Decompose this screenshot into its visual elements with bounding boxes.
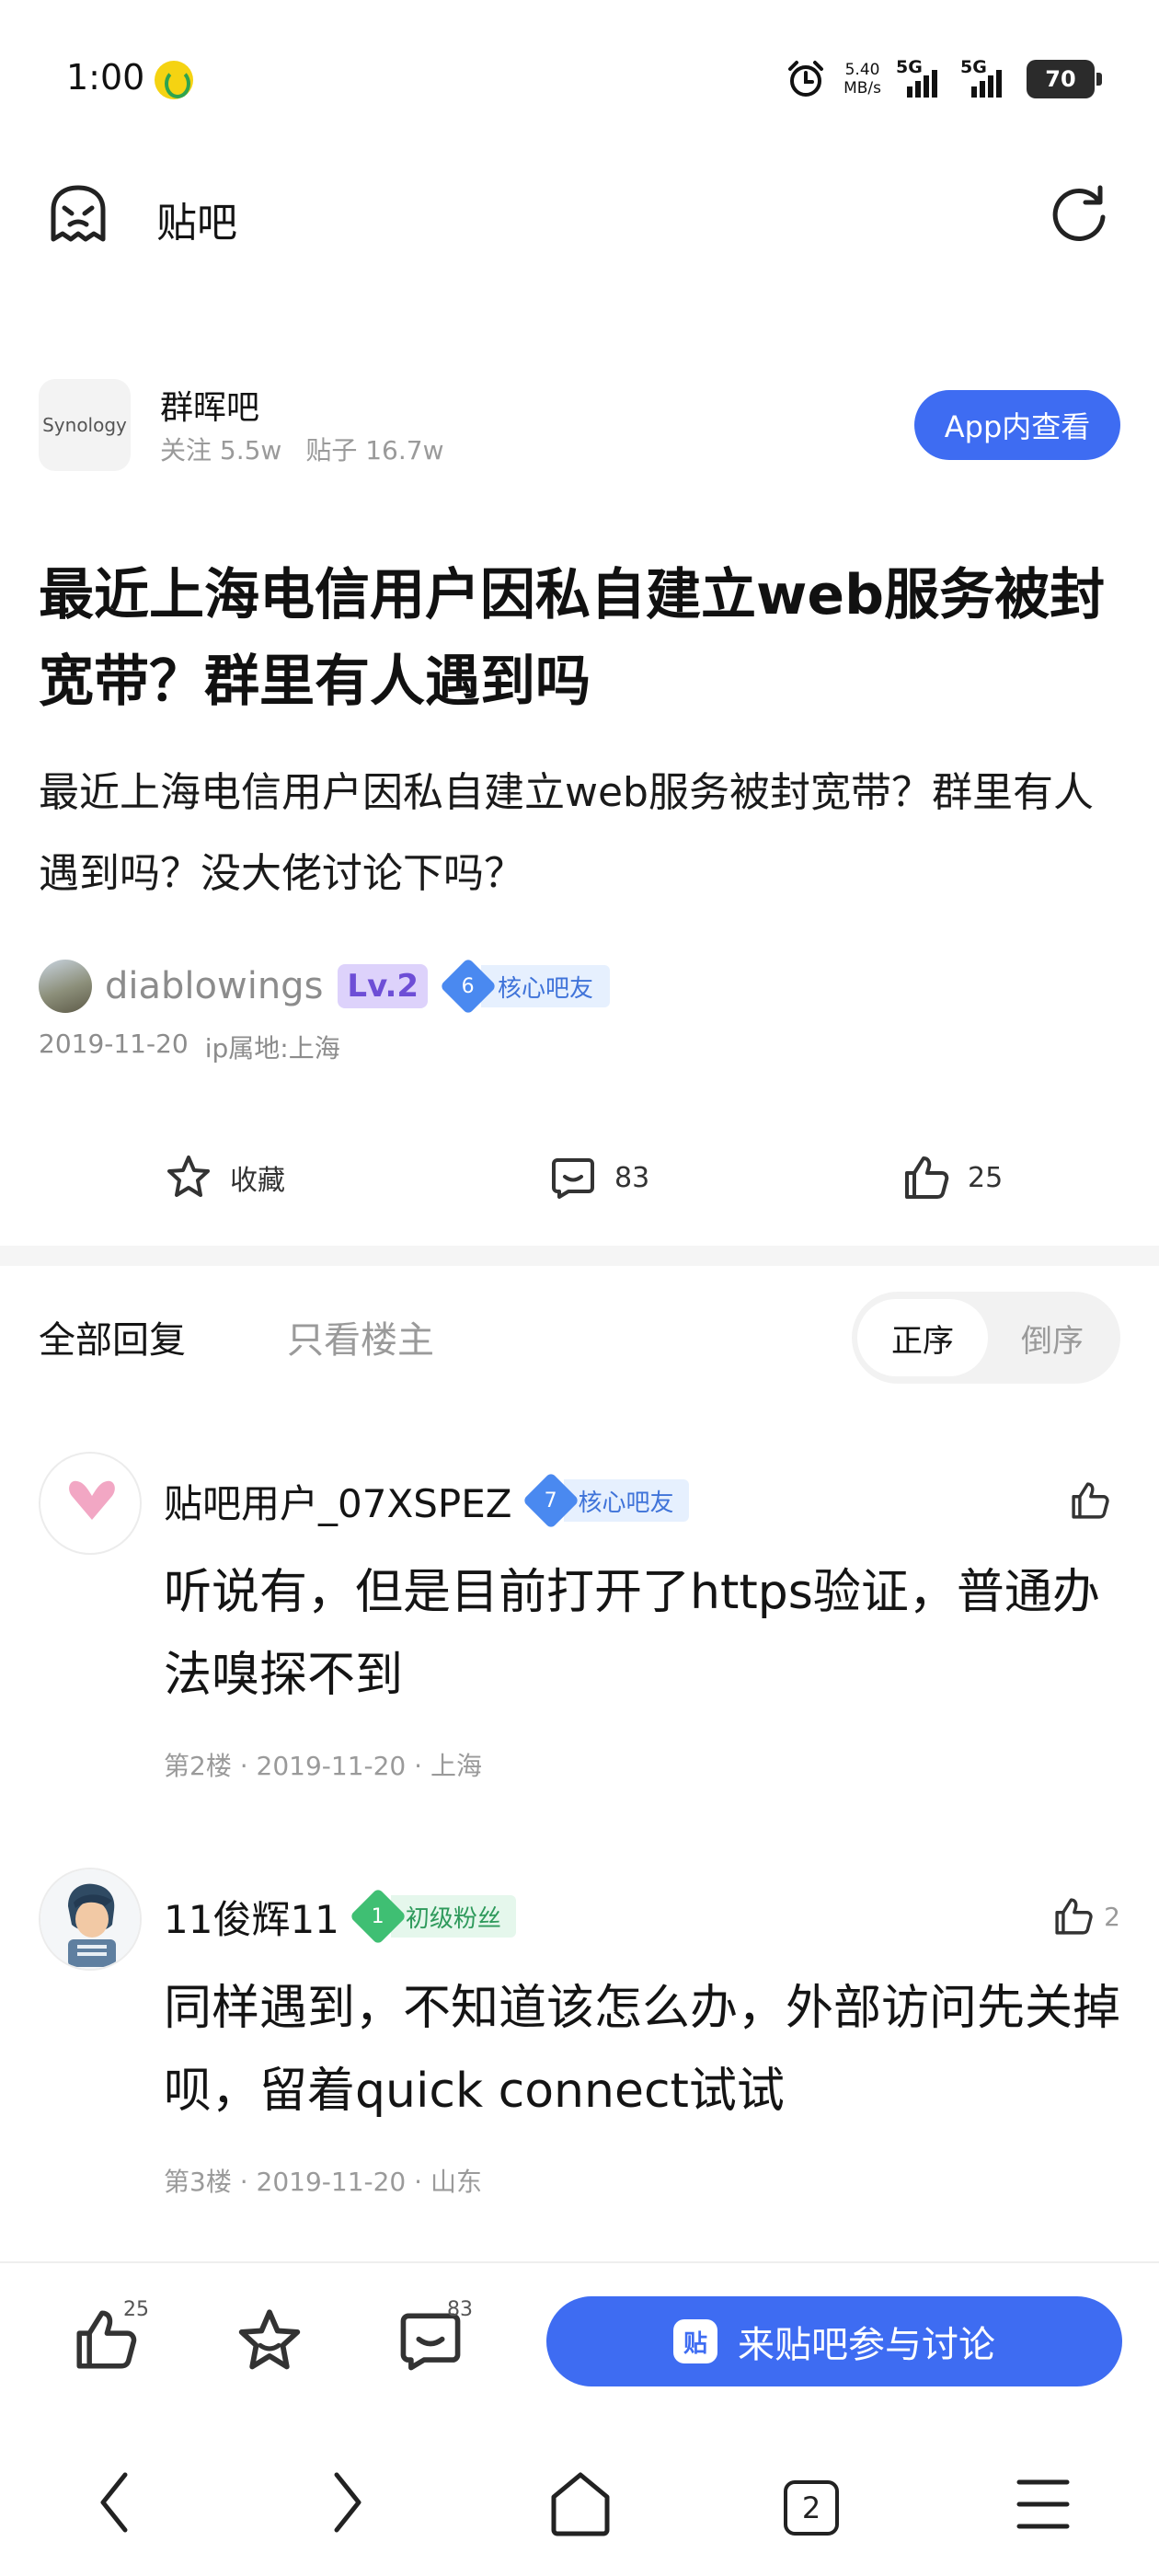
forum-info: Synology 群晖吧 关注 5.5w 贴子 16.7w App内查看: [0, 368, 1159, 488]
star-icon: [167, 1156, 210, 1197]
status-indicators: 5.40 MB/s 5G 5G 70: [785, 53, 1102, 105]
post-author[interactable]: diablowings Lv.2 6 核心吧友: [39, 957, 611, 1016]
reply-meta: 第2楼 · 2019-11-20 · 上海: [164, 1751, 482, 1781]
post-title: 最近上海电信用户因私自建立web服务被封宽带？群里有人遇到吗: [39, 563, 1106, 714]
member-badge: 1 初级粉丝: [349, 1887, 516, 1946]
comment-count: 83: [614, 1161, 650, 1194]
level-badge: Lv.2: [338, 964, 429, 1008]
forum-stats: 关注 5.5w 贴子 16.7w: [160, 431, 444, 467]
alarm-icon: [788, 61, 824, 97]
author-name[interactable]: diablowings: [105, 965, 323, 1007]
network-speed: 5.40 MB/s: [843, 61, 881, 98]
member-badge: 6 核心吧友: [439, 957, 611, 1016]
reply-username[interactable]: 贴吧用户_07XSPEZ: [164, 1473, 512, 1529]
network-speed-unit: MB/s: [843, 79, 881, 98]
forum-logo[interactable]: Synology: [39, 379, 131, 471]
forum-followers: 关注 5.5w: [160, 435, 282, 466]
reply-like-count: 2: [1104, 1901, 1120, 1932]
badge-level: 1: [371, 1904, 384, 1928]
reply-header: 11俊辉11 1 初级粉丝: [164, 1887, 516, 1946]
join-discussion-label: 来贴吧参与讨论: [738, 2324, 995, 2366]
tabs-button[interactable]: 2: [784, 2480, 839, 2536]
reply-avatar[interactable]: [39, 1452, 142, 1555]
tab-all-replies[interactable]: 全部回复: [39, 1310, 186, 1363]
join-discussion-button[interactable]: 贴 来贴吧参与讨论: [546, 2296, 1122, 2386]
refresh-icon[interactable]: [1049, 182, 1109, 243]
favorite-button[interactable]: 收藏: [164, 1150, 285, 1205]
like-button[interactable]: 25: [901, 1150, 1003, 1205]
forum-name[interactable]: 群晖吧: [160, 381, 259, 429]
network-type-2: 5G: [960, 57, 987, 77]
tieba-logo-icon[interactable]: [46, 182, 110, 247]
reply-like-button[interactable]: [1069, 1479, 1120, 1522]
browser-nav-bar: 2: [0, 2447, 1159, 2558]
forum-posts: 贴子 16.7w: [305, 435, 444, 466]
reply-header: 贴吧用户_07XSPEZ 7 核心吧友: [164, 1471, 689, 1530]
reply-text: 听说有，但是目前打开了https验证，普通办法嗅探不到: [164, 1565, 1100, 1703]
badge-text: 核心吧友: [563, 1479, 689, 1522]
bottom-like-count: 25: [123, 2298, 149, 2321]
forum-logo-text: Synology: [42, 414, 127, 436]
heart-icon: [69, 1480, 115, 1520]
badge-level: 7: [544, 1489, 557, 1512]
menu-icon[interactable]: [1016, 2475, 1071, 2534]
like-count: 25: [968, 1161, 1004, 1194]
forward-icon[interactable]: [324, 2466, 370, 2539]
badge-text: 初级粉丝: [390, 1895, 516, 1938]
post-body: 最近上海电信用户因私自建立web服务被封宽带？群里有人遇到吗？没大佬讨论下吗？: [39, 769, 1094, 897]
author-avatar[interactable]: [39, 960, 92, 1013]
badge-text: 核心吧友: [481, 965, 611, 1007]
bottom-action-bar: 25 83 贴 来贴吧参与讨论: [0, 2272, 1159, 2410]
thumbs-up-icon: [905, 1156, 949, 1199]
member-badge: 7 核心吧友: [522, 1471, 689, 1530]
post-location: ip属地:上海: [204, 1033, 340, 1064]
status-bar: 1:00 5.40 MB/s 5G 5G 70: [0, 0, 1159, 156]
tieba-mark-icon: 贴: [673, 2319, 717, 2363]
bottom-divider: [0, 2261, 1159, 2263]
home-icon[interactable]: [548, 2469, 613, 2539]
tab-owner-only[interactable]: 只看楼主: [287, 1310, 434, 1363]
star-icon[interactable]: [234, 2306, 305, 2377]
reply-text: 同样遇到，不知道该怎么办，外部访问先关掉呗，留着quick connect试试: [164, 1981, 1121, 2119]
app-header: 贴吧: [0, 156, 1159, 271]
signal-1-icon: 5G: [896, 57, 946, 98]
network-type-1: 5G: [896, 57, 923, 77]
network-speed-value: 5.40: [844, 61, 880, 79]
signal-2-icon: 5G: [960, 57, 1010, 98]
favorite-label: 收藏: [230, 1165, 285, 1197]
reply-avatar[interactable]: [39, 1868, 142, 1971]
comment-icon: [552, 1158, 594, 1199]
thumbs-up-icon: [1072, 1482, 1109, 1519]
badge-level: 6: [462, 974, 476, 998]
cartoon-avatar-icon: [40, 1869, 140, 1969]
post-meta: 2019-11-20 ip属地:上海: [39, 1029, 340, 1065]
post-date: 2019-11-20: [39, 1029, 189, 1059]
open-in-app-button[interactable]: App内查看: [914, 390, 1120, 460]
sort-descending-button[interactable]: 倒序: [990, 1299, 1115, 1376]
sort-toggle: 正序 倒序: [852, 1292, 1120, 1384]
bottom-comment-count: 83: [447, 2298, 473, 2321]
section-divider: [0, 1246, 1159, 1266]
thumbs-up-icon: [1055, 1898, 1093, 1935]
back-icon[interactable]: [92, 2466, 138, 2539]
page-title: 贴吧: [156, 200, 237, 247]
battery-indicator: 70: [1027, 60, 1102, 98]
status-time: 1:00: [66, 57, 145, 98]
reply-username[interactable]: 11俊辉11: [164, 1889, 339, 1945]
post-actions: 收藏 83 25: [0, 1141, 1159, 1214]
reply-like-button[interactable]: 2: [1052, 1895, 1120, 1938]
sort-ascending-button[interactable]: 正序: [857, 1299, 988, 1376]
comment-button[interactable]: 83: [548, 1150, 649, 1205]
music-app-icon: [155, 61, 193, 99]
reply-meta: 第3楼 · 2019-11-20 · 山东: [164, 2167, 482, 2197]
